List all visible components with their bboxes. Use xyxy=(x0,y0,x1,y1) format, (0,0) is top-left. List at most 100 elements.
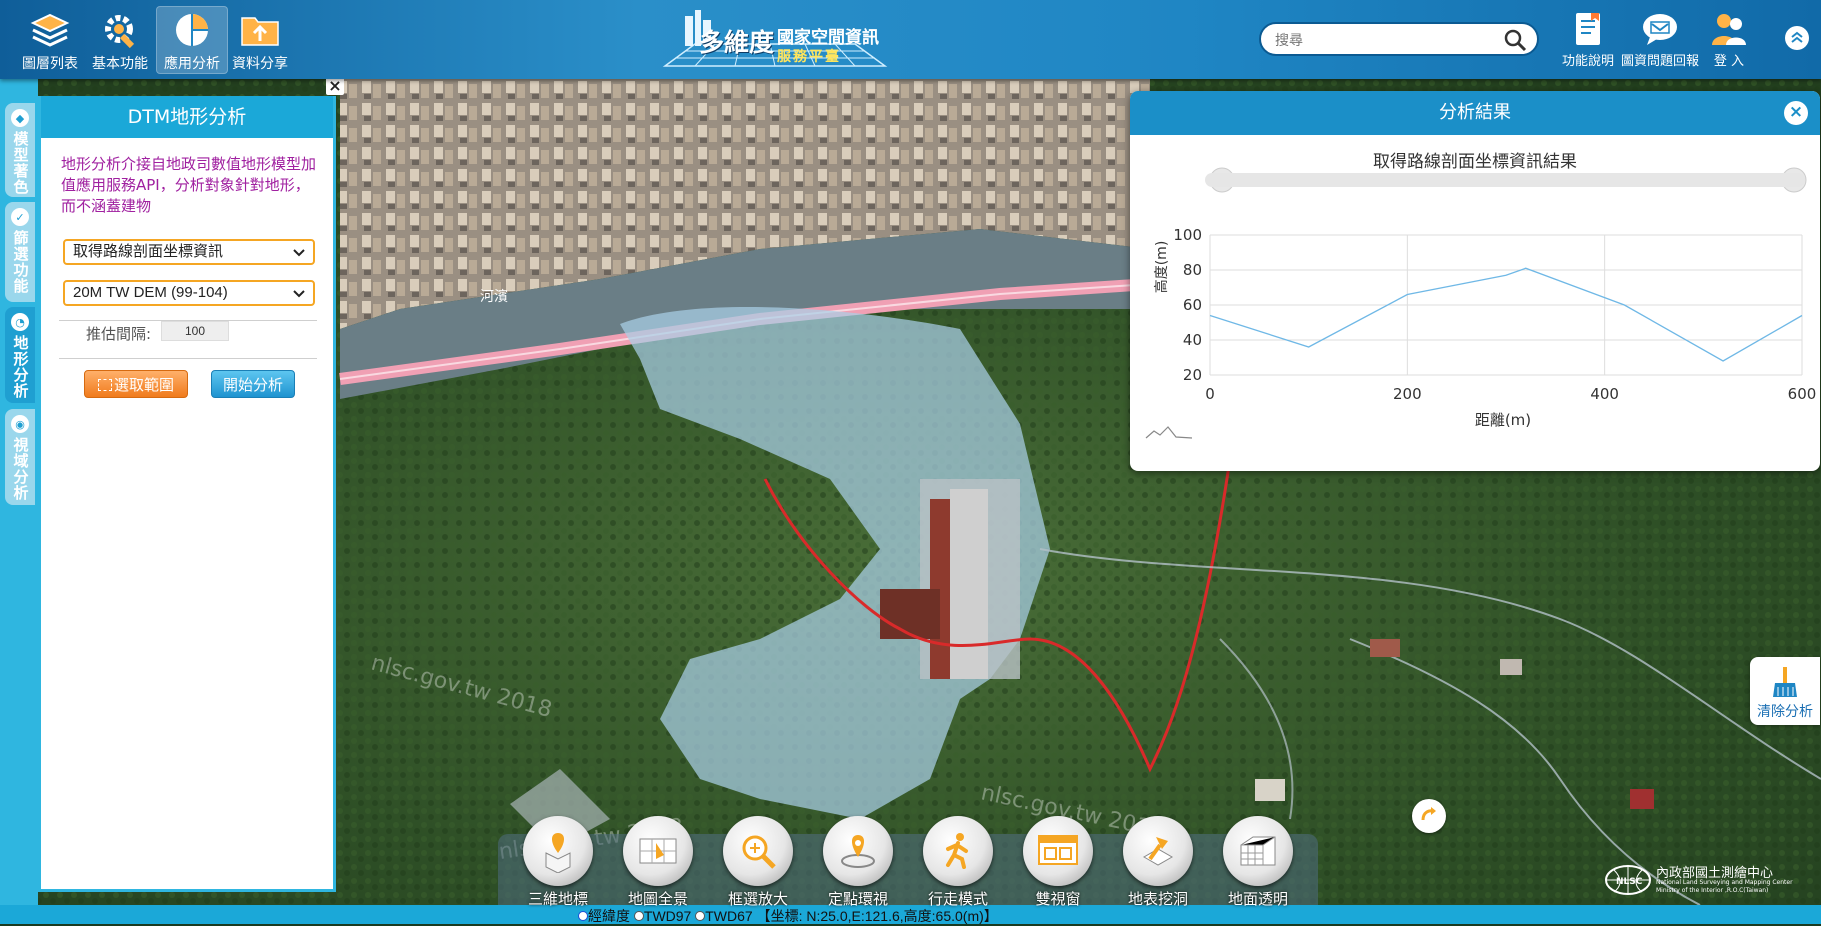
dem-source-select[interactable]: 20M TW DEM (99-104) xyxy=(63,280,315,306)
y-tick-label: 100 xyxy=(1173,226,1202,244)
nav-data-share-button[interactable]: 資料分享 xyxy=(224,6,296,74)
users-icon xyxy=(1709,10,1749,48)
clear-label: 清除分析 xyxy=(1757,704,1813,720)
nav-analysis-button[interactable]: 應用分析 xyxy=(156,6,228,74)
rotate-arrow-icon xyxy=(1419,804,1439,828)
coord-option-twd67[interactable]: TWD67 xyxy=(695,908,753,924)
tab-viewshed[interactable]: ◉ 視域分析 xyxy=(5,409,35,505)
tool-zoom-box[interactable]: 框選放大 xyxy=(713,816,803,909)
y-tick-label: 60 xyxy=(1183,296,1202,314)
tool-3d-landmark[interactable]: 三維地標 xyxy=(513,816,603,909)
radio-label: 經緯度 xyxy=(588,908,630,924)
rotate-view-button[interactable] xyxy=(1412,799,1446,833)
tool-dual-window[interactable]: 雙視窗 xyxy=(1013,816,1103,909)
tool-dig[interactable]: 地表挖洞 xyxy=(1113,816,1203,909)
radio-icon xyxy=(695,911,706,921)
close-icon[interactable]: × xyxy=(1784,101,1808,125)
nlsc-abbr: NLSC xyxy=(1616,877,1643,887)
dtm-analysis-panel: DTM地形分析 地形分析介接自地政司數值地形模型加值應用服務API，分析對象針對… xyxy=(38,96,336,892)
report-button[interactable]: 圖資問題回報 xyxy=(1620,10,1700,69)
side-tabs: ◆ 模型著色 ✓ 篩選功能 ◔ 地形分析 ◉ 視域分析 xyxy=(0,79,38,905)
panel-title: DTM地形分析 xyxy=(41,96,333,138)
search-box xyxy=(1259,22,1539,56)
status-bar: 經緯度 TWD97 TWD67 【坐標: N:25.0,E:121.6,高度:6… xyxy=(0,905,1821,924)
nav-label: 資料分享 xyxy=(232,56,288,72)
broom-icon xyxy=(1768,665,1802,699)
x-tick-label: 0 xyxy=(1205,385,1215,403)
nav-label: 圖層列表 xyxy=(22,56,78,72)
tab-terrain-analysis[interactable]: ◔ 地形分析 xyxy=(5,307,35,403)
analysis-type-select[interactable]: 取得路線剖面坐標資訊 xyxy=(63,239,315,265)
walking-icon xyxy=(923,816,993,886)
nav-layers-button[interactable]: 圖層列表 xyxy=(14,6,86,74)
interval-label: 推估間隔: xyxy=(86,325,152,343)
login-button[interactable]: 登 入 xyxy=(1705,10,1753,69)
result-header: 分析結果 × xyxy=(1130,91,1820,135)
x-tick-label: 200 xyxy=(1393,385,1422,403)
interval-input[interactable]: 100 xyxy=(161,321,229,341)
chat-bubble-icon xyxy=(1640,10,1680,48)
y-axis-label: 高度(m) xyxy=(1153,241,1170,294)
nav-basic-functions-button[interactable]: 基本功能 xyxy=(84,6,156,74)
tab-label: 模型著色 xyxy=(11,131,30,195)
radio-icon xyxy=(633,911,644,921)
collapse-header-button[interactable] xyxy=(1785,26,1809,50)
nav-label: 基本功能 xyxy=(92,56,148,72)
help-button[interactable]: 功能說明 xyxy=(1558,10,1618,69)
tab-filter[interactable]: ✓ 篩選功能 xyxy=(5,202,35,302)
transparent-ground-icon xyxy=(1223,816,1293,886)
dual-window-icon xyxy=(1023,816,1093,886)
profile-line xyxy=(1209,267,1803,362)
x-tick-label: 400 xyxy=(1590,385,1619,403)
coord-option-twd97[interactable]: TWD97 xyxy=(633,908,691,924)
search-icon[interactable] xyxy=(1503,28,1527,56)
search-input[interactable] xyxy=(1275,29,1495,51)
range-slider-bar[interactable] xyxy=(1205,173,1805,187)
tab-label: 地形分析 xyxy=(11,335,30,399)
analysis-result-panel: 分析結果 × 取得路線剖面坐標資訊結果 20 40 60 80 100 0 200 400 60… xyxy=(1130,91,1820,471)
top-header: 圖層列表 基本功能 應用分析 資料分享 多維度 國家空間資訊 服務平臺 搜尋 功… xyxy=(0,0,1821,79)
platform-logo[interactable]: 多維度 國家空間資訊 服務平臺 xyxy=(655,6,895,74)
tool-label: 行走模式 xyxy=(927,890,988,908)
radio-icon xyxy=(578,911,588,921)
tool-label: 定點環視 xyxy=(827,890,888,908)
login-label: 登 入 xyxy=(1713,54,1745,69)
share-folder-icon xyxy=(237,10,283,50)
logo-line2: 服務平臺 xyxy=(777,49,841,65)
tab-label: 篩選功能 xyxy=(11,230,30,294)
panel-close-icon[interactable]: × xyxy=(326,77,344,95)
y-tick-label: 80 xyxy=(1183,261,1202,279)
chevron-up-icon xyxy=(1790,29,1804,48)
tool-label: 框選放大 xyxy=(727,890,788,908)
tool-label: 地圖全景 xyxy=(627,890,688,908)
select-box-icon xyxy=(97,379,112,391)
document-icon xyxy=(1568,10,1608,48)
tool-location-orbit[interactable]: 定點環視 xyxy=(813,816,903,909)
tool-label: 三維地標 xyxy=(527,890,588,908)
logo-big-text: 多維度 xyxy=(699,28,775,57)
check-circle-icon: ✓ xyxy=(11,208,29,226)
y-tick-label: 40 xyxy=(1183,331,1202,349)
eye-icon: ◉ xyxy=(11,415,29,433)
3d-landmark-icon xyxy=(523,816,593,886)
chart-grid xyxy=(1209,234,1803,376)
tool-transparent-ground[interactable]: 地面透明 xyxy=(1213,816,1303,909)
pie-chart-icon xyxy=(169,10,215,50)
tool-panorama[interactable]: 地圖全景 xyxy=(613,816,703,909)
bottom-toolbar: 三維地標 地圖全景 框選放大 定點環視 行走模式 雙視窗 地表挖洞 地面透明 xyxy=(498,816,1318,908)
start-analysis-button[interactable]: 開始分析 xyxy=(211,370,295,398)
chart-ticks: 20 40 60 80 100 0 200 400 600 xyxy=(1173,226,1816,403)
nlsc-logo: NLSC 內政部國土測繪中心 National Land Surveying a… xyxy=(1602,858,1802,898)
panel-description: 地形分析介接自地政司數值地形模型加值應用服務API，分析對象針對地形，而不涵蓋建… xyxy=(61,155,317,215)
tab-model-coloring[interactable]: ◆ 模型著色 xyxy=(5,103,35,197)
nav-label: 應用分析 xyxy=(164,56,220,72)
coord-option-latlon[interactable]: 經緯度 xyxy=(578,908,630,924)
logo-line1: 國家空間資訊 xyxy=(777,28,879,48)
select-range-button[interactable]: 選取範圍 xyxy=(84,370,188,398)
tool-label: 地表挖洞 xyxy=(1127,890,1188,908)
tab-label: 視域分析 xyxy=(11,437,30,501)
tool-label: 雙視窗 xyxy=(1035,890,1081,908)
clear-analysis-button[interactable]: 清除分析 xyxy=(1750,657,1820,725)
profile-chart: 20 40 60 80 100 0 200 400 600 距離(m) 高度(m) xyxy=(1145,167,1816,439)
tool-walking[interactable]: 行走模式 xyxy=(913,816,1003,909)
